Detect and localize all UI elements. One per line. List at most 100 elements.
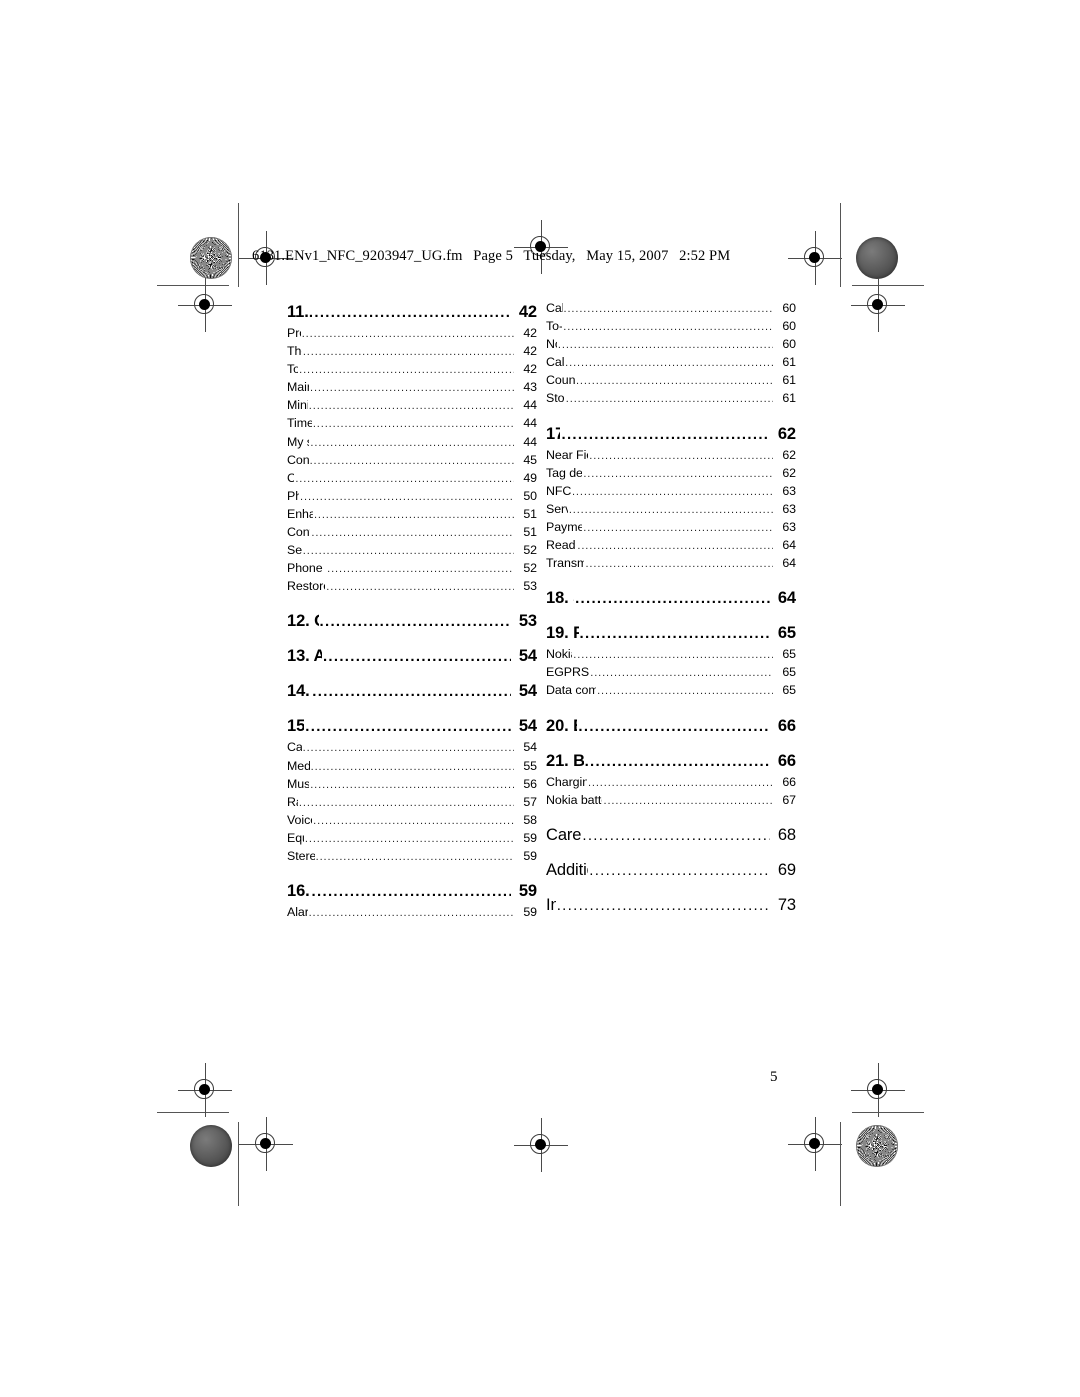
toc-entry[interactable]: Configuration...........................… bbox=[287, 524, 537, 542]
toc-entry[interactable]: Alarm clock.............................… bbox=[287, 904, 537, 922]
toc-entry[interactable]: Tones ..................................… bbox=[287, 361, 537, 379]
toc-entry-label: Media player bbox=[287, 758, 310, 773]
toc-leader-dots: ........................................… bbox=[579, 625, 770, 643]
toc-leader-dots: ........................................… bbox=[577, 540, 773, 553]
toc-entry-label: Mini display bbox=[287, 398, 308, 413]
toc-entry[interactable]: Connectivity ...........................… bbox=[287, 452, 537, 470]
toc-entry[interactable]: Phone software updates..................… bbox=[287, 560, 537, 578]
toc-leader-dots: ........................................… bbox=[589, 861, 770, 879]
toc-entry[interactable]: My shortcuts............................… bbox=[287, 434, 537, 452]
toc-entry-page-number: 63 bbox=[782, 519, 796, 534]
toc-entry[interactable]: Restore factory settings................… bbox=[287, 578, 537, 596]
toc-entry[interactable]: To-do list .............................… bbox=[546, 318, 796, 336]
toc-entry-label: 21. Battery information bbox=[546, 751, 584, 770]
toc-section-spacer bbox=[546, 739, 796, 749]
toc-entry[interactable]: 19. PC connectivity ....................… bbox=[546, 621, 796, 646]
toc-leader-dots: ........................................… bbox=[575, 590, 770, 608]
toc-entry-page-number: 49 bbox=[523, 470, 537, 485]
toc-entry-page-number: 53 bbox=[518, 612, 537, 631]
toc-entry-page-number: 51 bbox=[523, 525, 537, 540]
toc-entry[interactable]: 12. Operator menu.......................… bbox=[287, 609, 537, 634]
toc-entry-page-number: 42 bbox=[523, 362, 537, 377]
toc-entry[interactable]: Care and maintenance....................… bbox=[546, 823, 796, 848]
toc-section-spacer bbox=[287, 866, 537, 879]
toc-entry[interactable]: Calendar................................… bbox=[546, 300, 796, 318]
registration-target-icon-bottom-right-inner bbox=[788, 1117, 842, 1171]
toc-entry[interactable]: Mini display............................… bbox=[287, 397, 537, 415]
toc-entry[interactable]: Notes...................................… bbox=[546, 336, 796, 354]
toc-entry[interactable]: Enhancements ...........................… bbox=[287, 506, 537, 524]
toc-entry[interactable]: EGPRS, HSCSD, and CSD ..................… bbox=[546, 664, 796, 682]
toc-entry-label: 19. PC connectivity bbox=[546, 624, 579, 643]
toc-entry[interactable]: Profiles................................… bbox=[287, 325, 537, 343]
toc-entry-label: Security bbox=[287, 543, 302, 558]
toc-entry[interactable]: Camera..................................… bbox=[287, 739, 537, 757]
toc-entry[interactable]: Main display............................… bbox=[287, 379, 537, 397]
toc-entry[interactable]: 21. Battery information ................… bbox=[546, 749, 796, 774]
toc-section-spacer bbox=[287, 704, 537, 714]
toc-entry[interactable]: Music player............................… bbox=[287, 776, 537, 794]
toc-leader-dots: ........................................… bbox=[315, 850, 514, 863]
toc-entry[interactable]: NFC detection ..........................… bbox=[546, 483, 796, 501]
toc-entry[interactable]: Additional safety information ..........… bbox=[546, 858, 796, 883]
toc-entry[interactable]: 18. SIM services........................… bbox=[546, 586, 796, 611]
toc-entry[interactable]: 13. Audio messaging ....................… bbox=[287, 644, 537, 669]
toc-entry-label: Camera bbox=[287, 740, 302, 755]
toc-entry[interactable]: Calculator .............................… bbox=[546, 354, 796, 372]
file-header-time: 2:52 PM bbox=[679, 248, 731, 264]
toc-section-spacer bbox=[546, 409, 796, 422]
toc-entry[interactable]: Data communication applications ........… bbox=[546, 682, 796, 700]
crop-line-top-right-vertical bbox=[840, 203, 842, 287]
toc-leader-dots: ........................................… bbox=[585, 558, 773, 571]
toc-entry[interactable]: Voice recorder..........................… bbox=[287, 812, 537, 830]
toc-entry[interactable]: Call....................................… bbox=[287, 470, 537, 488]
toc-entry-page-number: 61 bbox=[782, 391, 796, 406]
toc-entry[interactable]: Time and date ..........................… bbox=[287, 415, 537, 433]
toc-entry[interactable]: Index ..................................… bbox=[546, 893, 796, 918]
toc-entry-label: Read service tags bbox=[546, 538, 576, 553]
toc-entry[interactable]: 14. Calculator..........................… bbox=[287, 679, 537, 704]
toc-entry[interactable]: Near Field Communication................… bbox=[546, 447, 796, 465]
toc-entry-page-number: 59 bbox=[523, 848, 537, 863]
toc-entry[interactable]: Service tags............................… bbox=[546, 501, 796, 519]
toc-entry[interactable]: Security................................… bbox=[287, 542, 537, 560]
toc-entry-label: Calculator bbox=[546, 355, 565, 370]
toc-entry[interactable]: Phone ..................................… bbox=[287, 488, 537, 506]
toc-entry-page-number: 61 bbox=[782, 355, 796, 370]
toc-entry[interactable]: Tag detection on or off.................… bbox=[546, 465, 796, 483]
toc-entry[interactable]: 16. Organizer...........................… bbox=[287, 879, 537, 904]
toc-section-spacer bbox=[546, 810, 796, 823]
toc-leader-dots: ........................................… bbox=[313, 508, 514, 521]
toc-leader-dots: ........................................… bbox=[563, 321, 773, 334]
toc-entry[interactable]: Charging and discharging................… bbox=[546, 774, 796, 792]
toc-entry[interactable]: Nokia PC Suite .........................… bbox=[546, 646, 796, 664]
toc-entry[interactable]: 11. Settings............................… bbox=[287, 300, 537, 325]
toc-entry[interactable]: Transmit to service tags ...............… bbox=[546, 555, 796, 573]
toc-entry[interactable]: Nokia battery authentication guidelines … bbox=[546, 792, 796, 810]
toc-entry[interactable]: Media player ...........................… bbox=[287, 758, 537, 776]
crop-line-top-right-horizontal bbox=[852, 285, 924, 287]
toc-entry[interactable]: Radio ..................................… bbox=[287, 794, 537, 812]
toc-leader-dots: ........................................… bbox=[311, 883, 511, 901]
toc-entry-label: Tag detection on or off bbox=[546, 465, 583, 480]
solid-density-patch-icon-bottom-left bbox=[190, 1125, 232, 1167]
toc-entry[interactable]: Payment and ticketing...................… bbox=[546, 519, 796, 537]
toc-leader-dots: ........................................… bbox=[571, 485, 773, 498]
toc-entry[interactable]: Read service tags.......................… bbox=[546, 537, 796, 555]
toc-entry[interactable]: Themes..................................… bbox=[287, 343, 537, 361]
toc-entry[interactable]: 17. NFC.................................… bbox=[546, 422, 796, 447]
toc-leader-dots: ........................................… bbox=[561, 425, 770, 443]
toc-entry-label: Main display bbox=[287, 380, 309, 395]
toc-entry[interactable]: Stopwatch ..............................… bbox=[546, 390, 796, 408]
toc-entry[interactable]: 20. Enhancements .......................… bbox=[546, 714, 796, 739]
toc-entry[interactable]: 15. Media ..............................… bbox=[287, 714, 537, 739]
toc-leader-dots: ........................................… bbox=[308, 304, 511, 321]
toc-entry-label: Transmit to service tags bbox=[546, 556, 585, 571]
toc-entry-page-number: 67 bbox=[782, 792, 796, 807]
toc-entry[interactable]: Countdown timer ........................… bbox=[546, 372, 796, 390]
toc-entry[interactable]: Stereo widening ........................… bbox=[287, 848, 537, 866]
toc-entry-label: To-do list bbox=[546, 319, 562, 334]
toc-entry-page-number: 44 bbox=[523, 398, 537, 413]
toc-entry[interactable]: Equalizer...............................… bbox=[287, 830, 537, 848]
toc-entry-label: Profiles bbox=[287, 326, 301, 340]
